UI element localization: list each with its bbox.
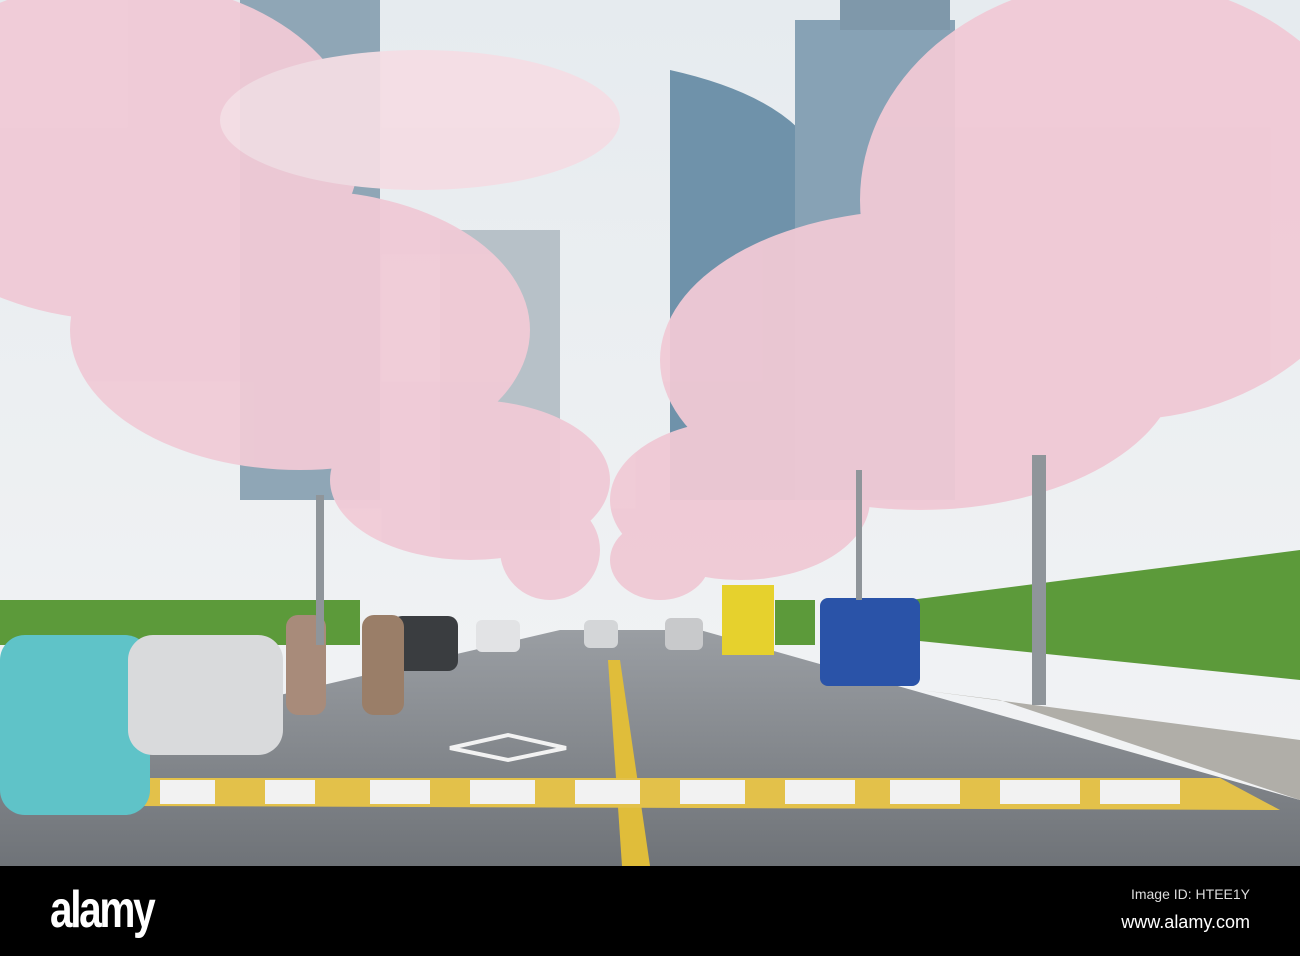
alamy-logo: alamy xyxy=(50,881,156,939)
watermark-bar: alamy Image ID: HTEE1Y www.alamy.com xyxy=(0,866,1300,956)
image-id-label: Image ID: HTEE1Y xyxy=(1130,886,1250,902)
website-label: www.alamy.com xyxy=(1121,912,1250,932)
street-photo xyxy=(0,0,1300,866)
